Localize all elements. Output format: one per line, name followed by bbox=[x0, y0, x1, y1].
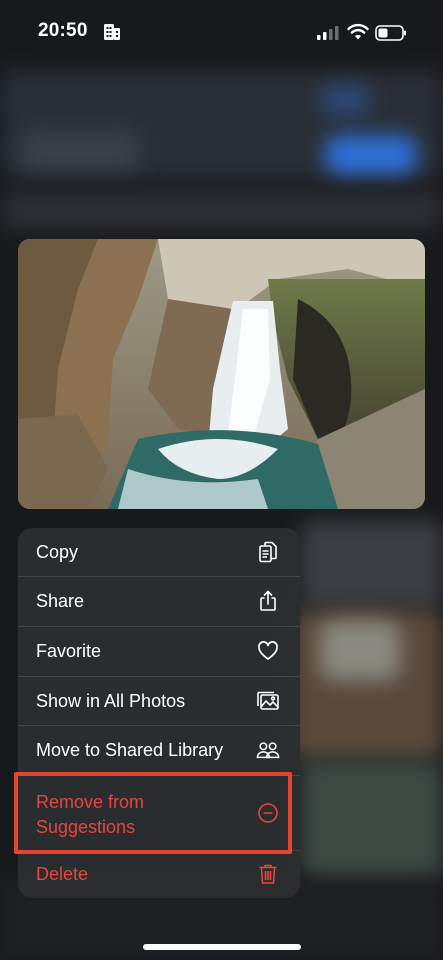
people-icon bbox=[256, 742, 280, 759]
menu-item-label: Copy bbox=[36, 542, 79, 562]
menu-item-label: Favorite bbox=[36, 641, 102, 661]
menu-item-label: Show in All Photos bbox=[36, 691, 186, 711]
trash-icon bbox=[259, 864, 277, 884]
menu-item-move-to-shared-library[interactable]: Move to Shared Library bbox=[18, 726, 300, 776]
menu-item-show-in-all-photos[interactable]: Show in All Photos bbox=[18, 677, 300, 726]
status-time: 20:50 bbox=[38, 20, 88, 41]
home-indicator[interactable] bbox=[143, 944, 301, 950]
menu-item-label: Share bbox=[36, 591, 85, 611]
menu-item-share[interactable]: Share bbox=[18, 577, 300, 627]
wifi-icon bbox=[347, 23, 369, 40]
menu-item-delete[interactable]: Delete bbox=[18, 850, 300, 898]
copy-icon bbox=[259, 541, 277, 563]
menu-item-copy[interactable]: Copy bbox=[18, 528, 300, 577]
menu-item-label: Delete bbox=[36, 864, 89, 884]
building-icon bbox=[104, 24, 120, 40]
heart-icon bbox=[258, 641, 278, 660]
highlight-box bbox=[14, 772, 292, 854]
status-bar: 20:50 bbox=[0, 0, 443, 66]
share-icon bbox=[260, 590, 276, 611]
cellular-signal-icon bbox=[317, 26, 339, 40]
battery-icon bbox=[375, 25, 406, 41]
photos-icon bbox=[257, 691, 279, 710]
menu-item-favorite[interactable]: Favorite bbox=[18, 627, 300, 677]
waterfall-photo[interactable] bbox=[18, 239, 425, 509]
menu-item-label: Move to Shared Library bbox=[36, 740, 224, 760]
